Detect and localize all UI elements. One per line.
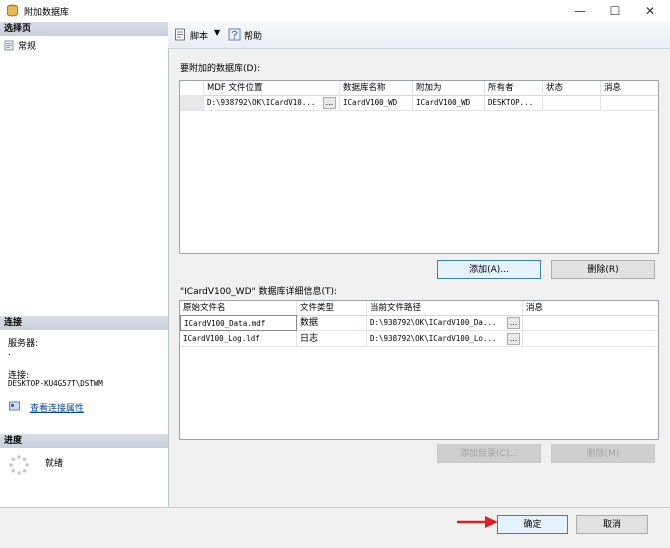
select-page-header: 选择页 — [0, 22, 168, 36]
attach-section-label: 要附加的数据库(D): — [180, 64, 260, 74]
help-label: 帮助 — [244, 32, 263, 42]
table-row[interactable]: ICardV100_Data.mdf 数据 D:\938792\OK\ICard… — [180, 315, 658, 331]
add-catalog-button[interactable]: 添加目录(C)... — [437, 444, 541, 463]
mdf-cell: D:\938792\OK\ICardV10... — [204, 95, 340, 111]
dialog-footer: 确定 取消 — [0, 507, 670, 548]
file-path: D:\938792\OK\ICardV100_Da... — [370, 318, 497, 327]
path-cell: D:\938792\OK\ICardV100_Lo... — [367, 331, 523, 347]
path-cell: D:\938792\OK\ICardV100_Da... — [367, 315, 523, 331]
minimize-button[interactable]: — — [565, 0, 595, 22]
connection-header: 连接 — [0, 316, 168, 330]
page-item-label: 常规 — [18, 42, 37, 52]
progress-status: 就绪 — [45, 459, 64, 469]
close-button[interactable]: ✕ — [635, 0, 665, 22]
col-path: 当前文件路径 — [367, 301, 523, 315]
message-cell — [523, 331, 658, 347]
page-item-general[interactable]: 常规 — [4, 39, 164, 52]
details-section-label: "ICardV100_WD" 数据库详细信息(T): — [180, 287, 338, 297]
col-mdf: MDF 文件位置 — [204, 81, 340, 95]
ok-button[interactable]: 确定 — [497, 515, 568, 534]
title-bar: 附加数据库 — ☐ ✕ — [0, 0, 670, 22]
table-row[interactable]: ICardV100_Log.ldf 日志 D:\938792\OK\ICardV… — [180, 331, 658, 347]
header-spacer — [180, 81, 204, 95]
script-label: 脚本 — [190, 32, 209, 42]
filetype-cell: 数据 — [297, 315, 367, 331]
col-message: 消息 — [604, 83, 622, 93]
server-value: . — [8, 348, 11, 358]
connection-value: DESKTOP-KU4G57T\DSTWM — [8, 379, 103, 388]
col-message: 消息 — [526, 303, 544, 313]
dbname-cell: ICardV100_WD — [340, 95, 413, 111]
owner-cell[interactable]: DESKTOP... — [485, 95, 543, 111]
filetype-cell: 日志 — [297, 331, 367, 347]
details-grid: 原始文件名 文件类型 当前文件路径 消息 ICardV100_Data.mdf … — [179, 300, 659, 440]
help-icon — [228, 28, 241, 41]
wrench-icon — [4, 40, 14, 51]
filename-cell: ICardV100_Data.mdf — [180, 315, 297, 331]
message-cell — [601, 95, 658, 111]
col-attach-as: 附加为 — [413, 81, 485, 95]
details-grid-header: 原始文件名 文件类型 当前文件路径 消息 — [180, 301, 658, 316]
database-icon — [7, 4, 18, 17]
filename-cell: ICardV100_Log.ldf — [180, 331, 297, 347]
attach-grid-header: MDF 文件位置 数据库名称 附加为 所有者 状态 消息 — [180, 81, 658, 96]
chevron-down-icon[interactable]: ▼ — [214, 28, 220, 37]
col-filename: 原始文件名 — [180, 301, 297, 315]
add-button[interactable]: 添加(A)... — [437, 260, 541, 279]
toolbar: 脚本 ▼ 帮助 — [168, 22, 670, 49]
progress-header: 进度 — [0, 434, 168, 448]
red-arrow-annotation — [457, 516, 498, 528]
attach-grid: MDF 文件位置 数据库名称 附加为 所有者 状态 消息 D:\938792\O… — [179, 80, 659, 254]
left-panel: 选择页 常规 连接 服务器: . 连接: DESKTOP-KU4G57T\DST… — [0, 22, 168, 507]
status-cell — [543, 95, 601, 111]
maximize-button[interactable]: ☐ — [600, 0, 630, 22]
spinner-icon — [9, 455, 29, 475]
col-filetype: 文件类型 — [297, 301, 367, 315]
browse-button[interactable]: ... — [507, 317, 520, 329]
file-path: D:\938792\OK\ICardV100_Lo... — [370, 334, 497, 343]
browse-button[interactable]: ... — [507, 333, 520, 345]
server-label: 服务器: — [8, 339, 39, 349]
script-icon — [175, 28, 185, 41]
message-cell — [523, 315, 658, 331]
cancel-button[interactable]: 取消 — [576, 515, 648, 534]
col-dbname: 数据库名称 — [340, 81, 413, 95]
properties-icon — [9, 401, 20, 411]
mdf-path: D:\938792\OK\ICardV10... — [207, 98, 316, 107]
col-status: 状态 — [543, 81, 601, 95]
table-row[interactable]: D:\938792\OK\ICardV10... ... ICardV100_W… — [180, 95, 658, 111]
col-owner: 所有者 — [485, 81, 543, 95]
attach-as-cell[interactable]: ICardV100_WD — [413, 95, 485, 111]
window-title: 附加数据库 — [24, 8, 70, 18]
view-connection-properties-link[interactable]: 查看连接属性 — [30, 401, 84, 414]
row-selector[interactable] — [180, 95, 204, 111]
remove-button[interactable]: 删除(R) — [551, 260, 655, 279]
remove-file-button[interactable]: 删除(M) — [551, 444, 655, 463]
browse-button[interactable]: ... — [323, 97, 336, 109]
